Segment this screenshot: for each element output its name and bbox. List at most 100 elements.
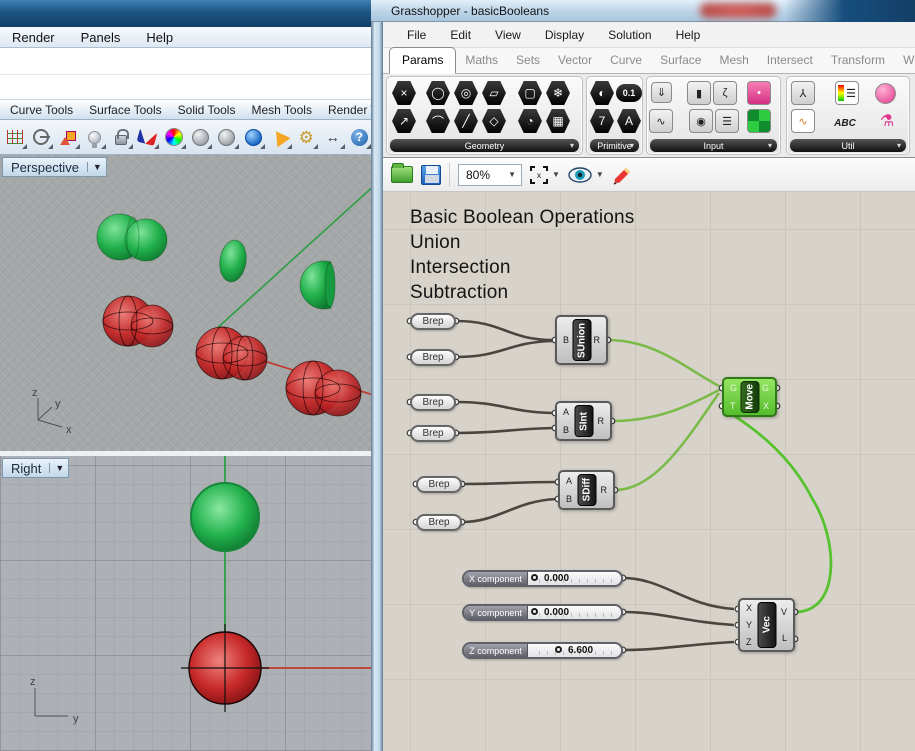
vec-input-z[interactable]: Z [746,637,752,647]
tab-surface-tools[interactable]: Surface Tools [81,101,170,119]
sunion-component[interactable]: B R SUnion [555,315,608,365]
sdiff-component[interactable]: A B R SDiff [558,470,615,510]
right-viewport-label[interactable]: Right ▼ [2,458,69,478]
vec-output-v[interactable]: V [781,607,787,617]
rhino-menu-render[interactable]: Render [12,30,55,45]
geometry-param-icon-7[interactable]: ↗ [391,108,417,134]
layout-shapes-icon[interactable] [56,124,80,150]
brep-param-2[interactable]: Brep [410,349,456,366]
geometry-param-icon-10[interactable]: ◇ [481,108,507,134]
geometry-param-icon-11[interactable]: ◔ [517,108,543,134]
legend-icon[interactable]: ☰ [835,81,859,105]
primitive-number-icon[interactable]: 0.1 [616,84,642,102]
sdiff-label[interactable]: SDiff [577,474,596,506]
group-label-primitive[interactable]: Primitive▾ [590,139,639,152]
gh-menu-help[interactable]: Help [666,25,711,45]
sdiff-input-b[interactable]: B [566,494,572,504]
group-label-geometry[interactable]: Geometry▾ [390,139,579,152]
brep-param-3[interactable]: Brep [410,394,456,411]
x-slider-knob[interactable] [531,574,538,581]
scribble-icon[interactable]: ∿ [649,109,673,133]
sint-input-b[interactable]: B [563,425,569,435]
chevron-down-icon[interactable]: ▼ [552,170,560,179]
close-button-blur[interactable] [700,3,776,18]
geometry-param-icon-3[interactable]: ◎ [453,80,479,106]
x-component-slider[interactable]: X component 0.000 [462,570,623,587]
tab-vector[interactable]: Vector [549,48,601,73]
move-output-g[interactable]: G [762,383,769,393]
z-component-slider[interactable]: Z component 6.600 [462,642,623,659]
right-viewport[interactable]: Right ▼ z [0,456,371,751]
panel-icon[interactable]: ☰ [715,109,739,133]
sunion-label[interactable]: SUnion [572,319,591,361]
move-input-g[interactable]: G [730,383,737,393]
geometry-param-icon-4[interactable]: ▱ [481,80,507,106]
geometry-param-icon-2[interactable]: ◯ [425,80,451,106]
y-slider-track[interactable]: 0.000 [528,606,621,619]
zoom-combobox[interactable]: 80% ▼ [458,164,522,186]
move-input-t[interactable]: T [730,401,736,411]
sdiff-input-a[interactable]: A [566,476,572,486]
sint-component[interactable]: A B R SInt [555,401,612,441]
grasshopper-canvas[interactable]: Basic Boolean Operations Union Intersect… [383,192,915,751]
gradient-control-icon[interactable]: • [747,81,771,105]
sint-label[interactable]: SInt [574,405,593,437]
group-label-input[interactable]: Input▾ [650,139,777,152]
z-slider-knob[interactable] [555,646,562,653]
grasshopper-titlebar[interactable]: Grasshopper - basicBooleans [371,0,915,22]
geometry-param-icon-5[interactable]: ▢ [517,80,543,106]
rhino-menu-help[interactable]: Help [146,30,173,45]
help-icon[interactable]: ? [348,124,372,150]
move-component[interactable]: G T G X Move [722,377,777,417]
gears-icon[interactable]: ⚙ [295,124,319,150]
sphere-grid-icon[interactable] [215,124,239,150]
pink-sphere-icon[interactable] [875,83,896,104]
preview-eye-icon[interactable] [568,166,592,184]
sint-input-a[interactable]: A [563,407,569,417]
brep-param-1[interactable]: Brep [410,313,456,330]
save-file-icon[interactable] [421,165,441,185]
move-label[interactable]: Move [740,381,759,413]
gh-menu-solution[interactable]: Solution [598,25,661,45]
geometry-param-icon-12[interactable]: ▦ [545,108,571,134]
primitive-text-icon[interactable]: A [616,108,642,134]
sunion-input-b[interactable]: B [563,335,569,345]
gh-menu-file[interactable]: File [397,25,436,45]
color-wheel-icon[interactable] [162,124,186,150]
geometry-param-icon-6[interactable]: ❄ [545,80,571,106]
sint-output-r[interactable]: R [598,416,605,426]
tab-maths[interactable]: Maths [456,48,507,73]
dimension-icon[interactable]: ↔ [321,124,345,150]
tab-wb[interactable]: Wb [894,48,915,73]
y-slider-knob[interactable] [531,608,538,615]
chevron-down-icon[interactable]: ▼ [596,170,604,179]
lightbulb-icon[interactable] [83,124,107,150]
tree-icon[interactable]: ⅄ [791,81,815,105]
sunion-output-r[interactable]: R [594,335,601,345]
chevron-down-icon[interactable]: ▼ [87,162,102,172]
zoom-extents-icon[interactable]: x [530,166,548,184]
color-swatch-icon[interactable] [747,109,771,133]
tab-solid-tools[interactable]: Solid Tools [170,101,244,119]
gh-menu-edit[interactable]: Edit [440,25,481,45]
jitter-icon[interactable]: ζ [713,81,737,105]
move-output-x[interactable]: X [763,401,769,411]
rhino-menu-panels[interactable]: Panels [81,30,121,45]
group-label-util[interactable]: Util▾ [790,139,906,152]
graph-icon[interactable]: ∿ [791,109,815,133]
perspective-viewport[interactable]: Perspective ▼ [0,155,371,451]
abc-text-icon[interactable]: ABC [833,111,857,135]
sdiff-output-r[interactable]: R [601,485,608,495]
geometry-param-icon-1[interactable]: × [391,80,417,106]
tab-curve[interactable]: Curve [601,48,651,73]
tab-sets[interactable]: Sets [507,48,549,73]
button-icon[interactable]: ◉ [689,109,713,133]
gh-menu-view[interactable]: View [485,25,531,45]
tab-curve-tools[interactable]: Curve Tools [2,101,81,119]
boolean-toggle-icon[interactable]: ▮ [687,81,711,105]
vec-label[interactable]: Vec [757,602,776,648]
brep-param-4[interactable]: Brep [410,425,456,442]
y-component-slider[interactable]: Y component 0.000 [462,604,623,621]
x-slider-track[interactable]: 0.000 [528,572,621,585]
tab-mesh[interactable]: Mesh [710,48,757,73]
